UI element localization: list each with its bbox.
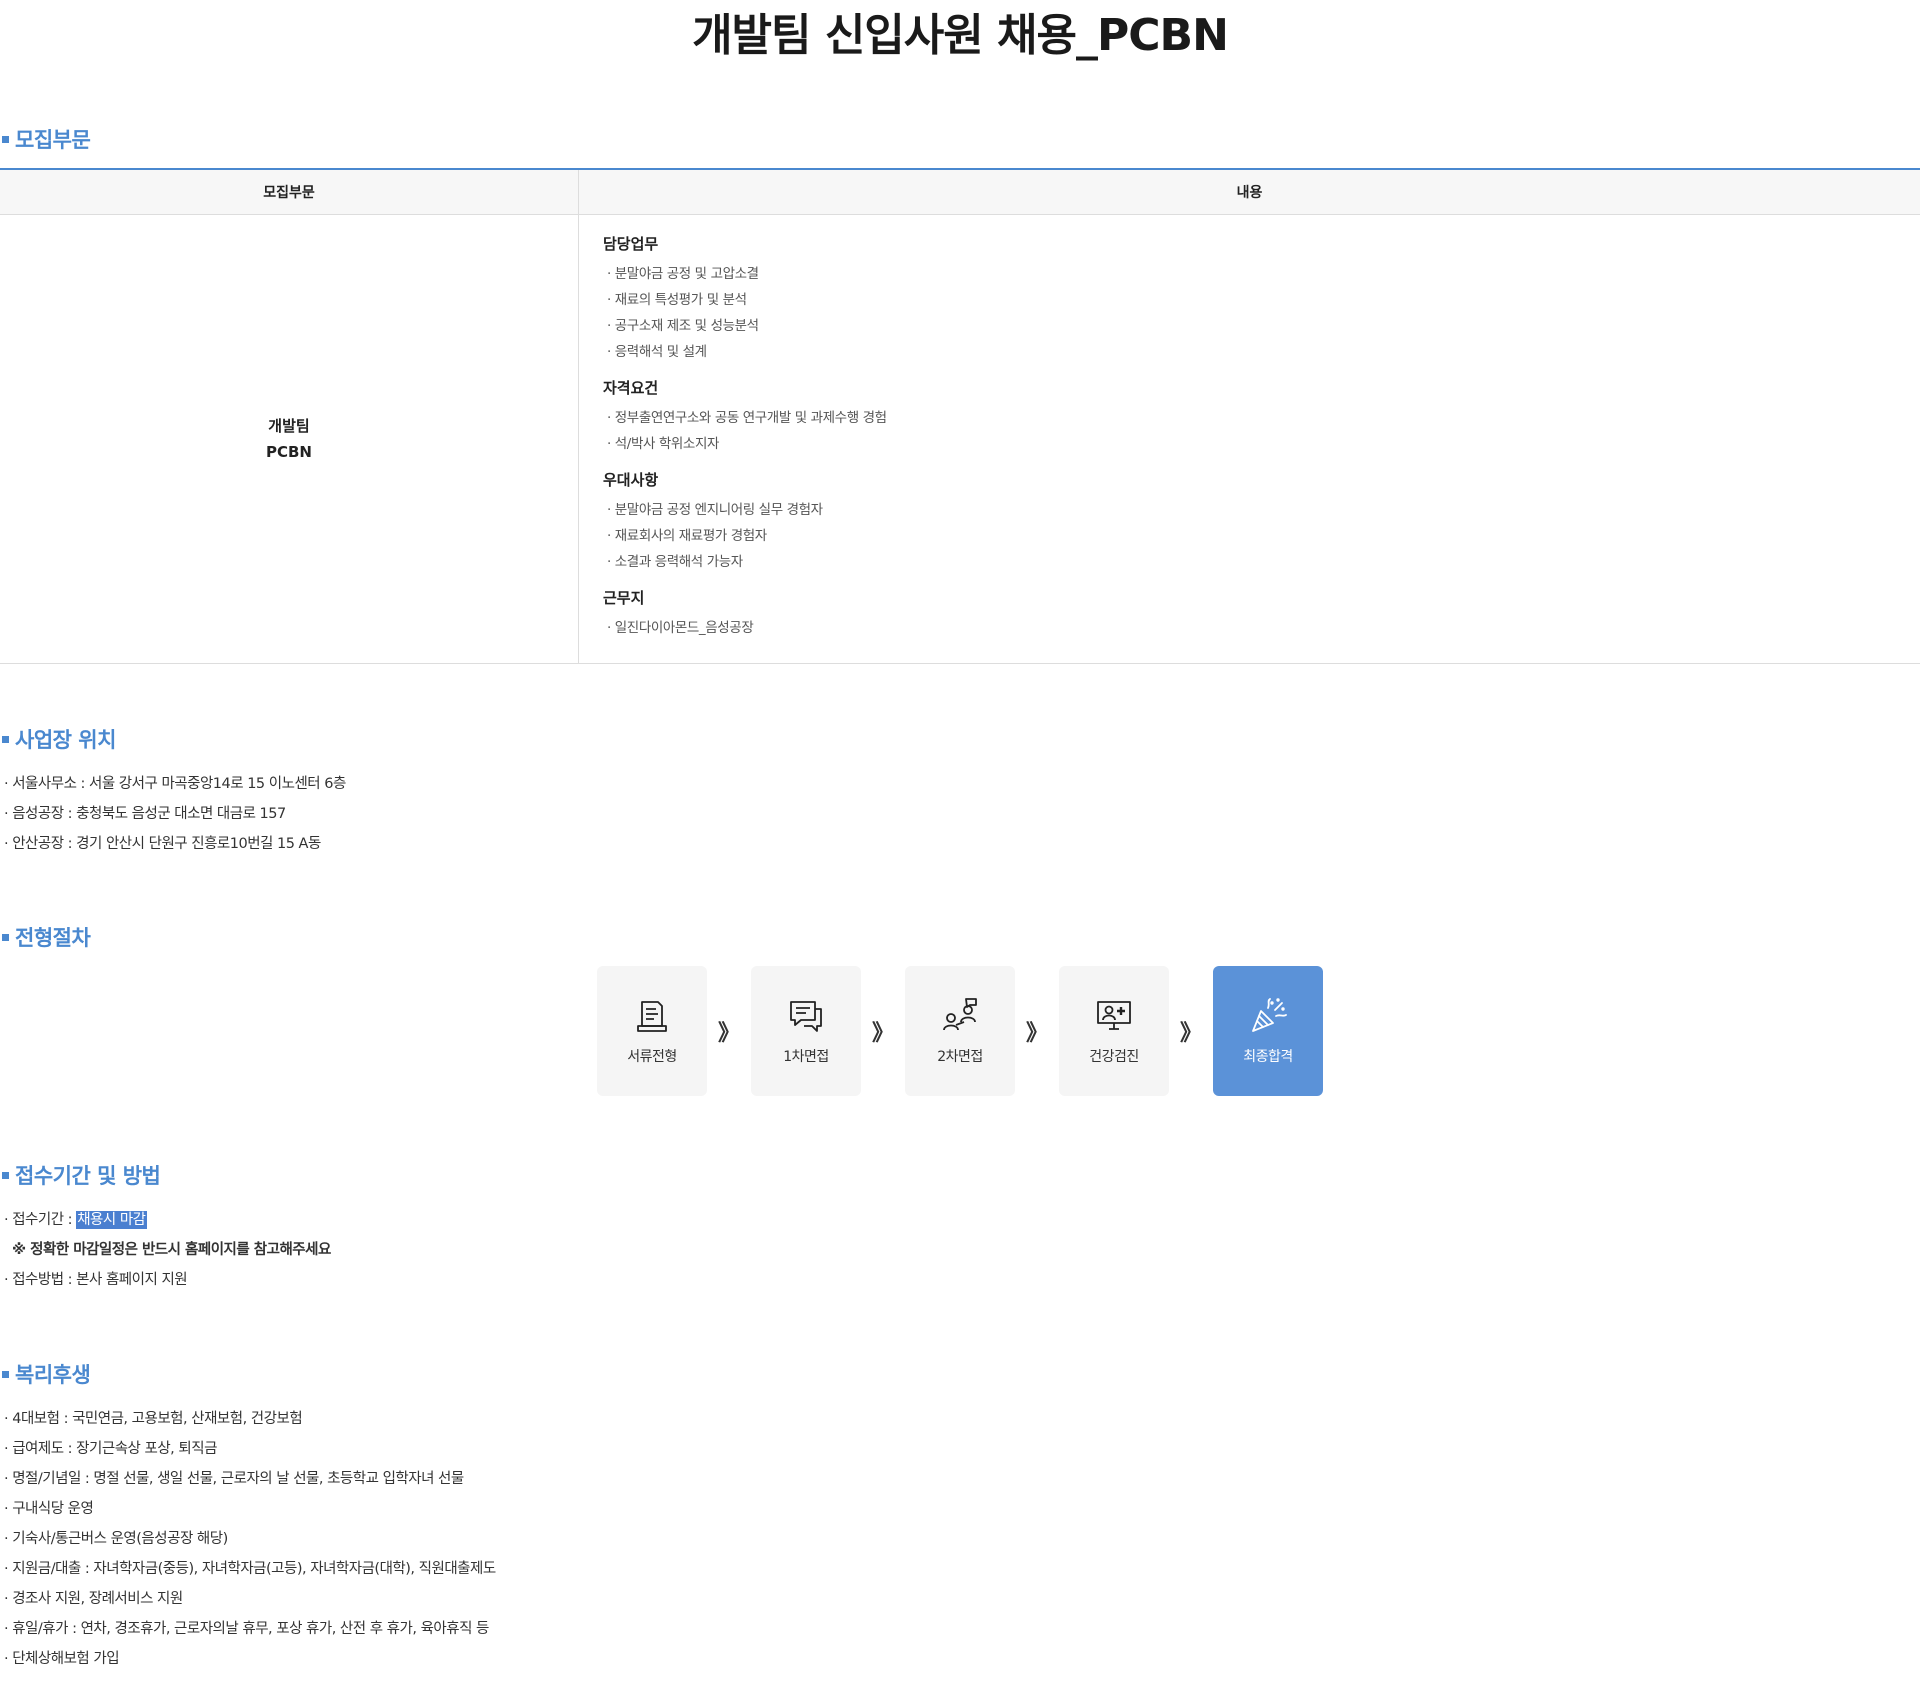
list-item: · 석/박사 학위소지자 bbox=[607, 436, 719, 452]
table-header-content: 내용 bbox=[578, 169, 1920, 215]
workplace-list: · 일진다이아몬드_음성공장 bbox=[603, 615, 1896, 641]
list-item: · 경조사 지원, 장례서비스 지원 bbox=[4, 1591, 183, 1607]
list-item: · 기숙사/통근버스 운영(음성공장 해당) bbox=[4, 1531, 228, 1547]
apply-note: ※ 정확한 마감일정은 반드시 홈페이지를 참고해주세요 bbox=[12, 1242, 331, 1258]
process-step-label: 2차면접 bbox=[937, 1049, 983, 1065]
process-step-label: 최종합격 bbox=[1243, 1049, 1293, 1065]
section-title-location: 사업장 위치 bbox=[0, 724, 116, 754]
process-step-label: 1차면접 bbox=[783, 1049, 829, 1065]
list-item: · 재료회사의 재료평가 경험자 bbox=[607, 528, 767, 544]
qualifications-list: · 정부출연연구소와 공동 연구개발 및 과제수행 경험 · 석/박사 학위소지… bbox=[603, 405, 1896, 457]
section-title-apply: 접수기간 및 방법 bbox=[0, 1160, 161, 1190]
process-step-interview-2: 2차면접 bbox=[905, 966, 1015, 1096]
section-title-recruit: 모집부문 bbox=[0, 124, 91, 154]
block-title-duties: 담당업무 bbox=[603, 235, 659, 253]
section-title-process: 전형절차 bbox=[0, 922, 91, 952]
list-item: · 재료의 특성평가 및 분석 bbox=[607, 292, 747, 308]
list-item: · 휴일/휴가 : 연차, 경조휴가, 근로자의날 휴무, 포상 휴가, 산전 … bbox=[4, 1621, 489, 1637]
square-bullet-icon bbox=[2, 1171, 9, 1179]
list-item: · 단체상해보험 가입 bbox=[4, 1651, 120, 1667]
process-step-interview-1: 1차면접 bbox=[751, 966, 861, 1096]
location-list: · 서울사무소 : 서울 강서구 마곡중앙14로 15 이노센터 6층 · 음성… bbox=[0, 769, 346, 859]
apply-period-label: · 접수기간 : bbox=[4, 1212, 77, 1228]
list-item: · 안산공장 : 경기 안산시 단원구 진흥로10번길 15 A동 bbox=[4, 836, 321, 852]
list-item: · 분말야금 공정 엔지니어링 실무 경험자 bbox=[607, 502, 823, 518]
list-item: · 소결과 응력해석 가능자 bbox=[607, 554, 743, 570]
duties-list: · 분말야금 공정 및 고압소결 · 재료의 특성평가 및 분석 · 공구소재 … bbox=[603, 261, 1896, 365]
list-item: · 공구소재 제조 및 성능분석 bbox=[607, 318, 759, 334]
list-item: · 음성공장 : 충청북도 음성군 대소면 대금로 157 bbox=[4, 806, 286, 822]
list-item: · 분말야금 공정 및 고압소결 bbox=[607, 266, 759, 282]
content-cell: 담당업무 · 분말야금 공정 및 고압소결 · 재료의 특성평가 및 분석 · … bbox=[578, 214, 1920, 664]
process-step-label: 서류전형 bbox=[627, 1049, 677, 1065]
medical-icon bbox=[1097, 1001, 1131, 1030]
dept-subname: PCBN bbox=[266, 443, 312, 461]
list-item: · 지원금/대출 : 자녀학자금(중등), 자녀학자금(고등), 자녀학자금(대… bbox=[4, 1561, 496, 1577]
welfare-list: · 4대보험 : 국민연금, 고용보험, 산재보험, 건강보험 · 급여제도 :… bbox=[0, 1404, 496, 1674]
process-arrow: 》 bbox=[1025, 1021, 1048, 1046]
list-item: · 명절/기념일 : 명절 선물, 생일 선물, 근로자의 날 선물, 초등학교… bbox=[4, 1471, 464, 1487]
table-header-dept: 모집부문 bbox=[0, 169, 579, 215]
block-title-workplace: 근무지 bbox=[603, 589, 645, 607]
list-item: · 응력해석 및 설계 bbox=[607, 344, 707, 360]
process-step-health-check: 건강검진 bbox=[1059, 966, 1169, 1096]
list-item: · 정부출연연구소와 공동 연구개발 및 과제수행 경험 bbox=[607, 410, 887, 426]
square-bullet-icon bbox=[2, 135, 9, 143]
apply-period: · 접수기간 : 채용시 마감 bbox=[0, 1205, 331, 1235]
square-bullet-icon bbox=[2, 933, 9, 941]
recruit-table: 모집부문 내용 개발팀 PCBN 담당업무 · 분말야금 공정 및 고압소결 ·… bbox=[0, 168, 1920, 664]
list-item: · 4대보험 : 국민연금, 고용보험, 산재보험, 건강보험 bbox=[4, 1411, 303, 1427]
list-item: · 급여제도 : 장기근속상 포상, 퇴직금 bbox=[4, 1441, 217, 1457]
process-arrow: 》 bbox=[717, 1021, 740, 1046]
apply-period-value: 채용시 마감 bbox=[76, 1211, 147, 1229]
document-icon bbox=[637, 1001, 667, 1032]
process-step-document: 서류전형 bbox=[597, 966, 707, 1096]
list-item: · 서울사무소 : 서울 강서구 마곡중앙14로 15 이노센터 6층 bbox=[4, 776, 346, 792]
square-bullet-icon bbox=[2, 1370, 9, 1378]
preferred-list: · 분말야금 공정 엔지니어링 실무 경험자 · 재료회사의 재료평가 경험자 … bbox=[603, 497, 1896, 575]
dept-name: 개발팀 bbox=[268, 417, 310, 435]
block-title-qualifications: 자격요건 bbox=[603, 379, 659, 397]
process-arrow: 》 bbox=[871, 1021, 894, 1046]
process-step-label: 건강검진 bbox=[1089, 1049, 1139, 1065]
process-step-final-pass: 최종합격 bbox=[1213, 966, 1323, 1096]
section-title-welfare: 복리후생 bbox=[0, 1359, 91, 1389]
list-item: · 일진다이아몬드_음성공장 bbox=[607, 620, 754, 636]
square-bullet-icon bbox=[2, 735, 9, 743]
process-steps: 서류전형 》 1차면접 》 2차면접 》 건강검진 》 최종합격 bbox=[597, 966, 1323, 1096]
chat-icon bbox=[790, 1001, 822, 1032]
block-title-preferred: 우대사항 bbox=[603, 471, 659, 489]
list-item: · 구내식당 운영 bbox=[4, 1501, 94, 1517]
process-arrow: 》 bbox=[1179, 1021, 1202, 1046]
interview-icon bbox=[943, 998, 977, 1031]
apply-list: · 접수기간 : 채용시 마감 ※ 정확한 마감일정은 반드시 홈페이지를 참고… bbox=[0, 1205, 331, 1295]
dept-cell: 개발팀 PCBN bbox=[0, 214, 579, 664]
page-title: 개발팀 신입사원 채용_PCBN bbox=[692, 10, 1229, 61]
party-popper-icon bbox=[1252, 998, 1287, 1032]
apply-method: · 접수방법 : 본사 홈페이지 지원 bbox=[4, 1272, 188, 1288]
